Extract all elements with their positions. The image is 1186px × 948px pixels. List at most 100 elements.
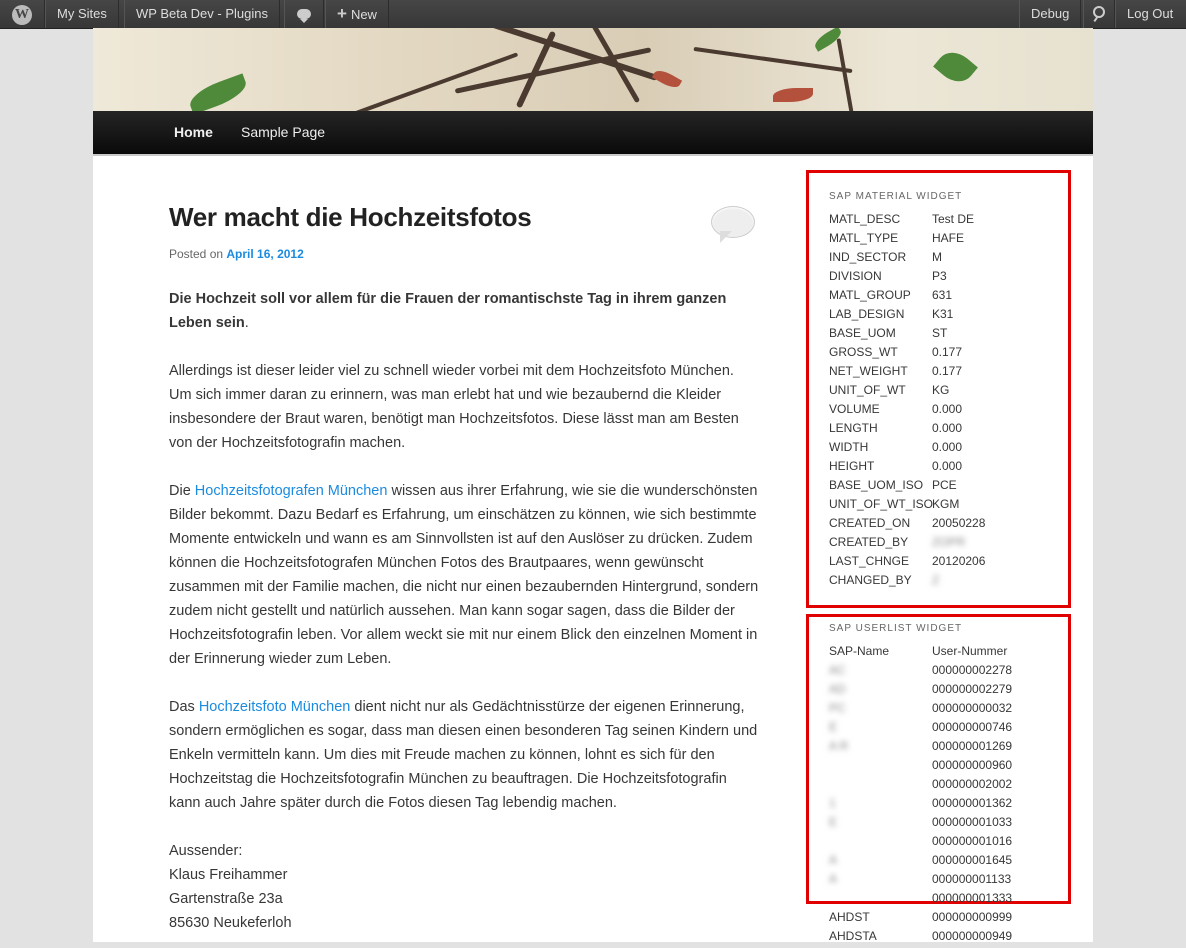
site-name-menu[interactable]: WP Beta Dev - Plugins bbox=[124, 0, 280, 28]
paragraph-3: Das Hochzeitsfoto München dient nicht nu… bbox=[169, 695, 759, 815]
posted-on-label: Posted on bbox=[169, 247, 224, 261]
row-key: A R bbox=[829, 739, 849, 753]
row-key: AHDST bbox=[829, 910, 870, 924]
widget-row: BASE_UOM_ISO PCE bbox=[829, 478, 957, 497]
row-value: 000000000999 bbox=[932, 910, 1013, 924]
widget-row: E 000000000746 bbox=[829, 720, 1012, 739]
row-value: 0.000 bbox=[932, 440, 963, 454]
row-value: 0.177 bbox=[932, 364, 963, 378]
row-value: KGM bbox=[932, 497, 960, 511]
main-navigation: Home Sample Page bbox=[93, 111, 1093, 156]
row-value: 000000001133 bbox=[932, 872, 1012, 886]
header-image[interactable] bbox=[93, 28, 1093, 111]
row-value: Test DE bbox=[932, 212, 975, 226]
paragraph-1: Allerdings ist dieser leider viel zu sch… bbox=[169, 363, 739, 451]
row-key: A bbox=[829, 853, 838, 867]
row-value: 000000001269 bbox=[932, 739, 1013, 753]
row-value: M bbox=[932, 250, 942, 264]
post-content: Die Hochzeit soll vor allem für die Frau… bbox=[169, 287, 759, 935]
row-key: CREATED_BY bbox=[829, 535, 909, 549]
row-key: E bbox=[829, 720, 838, 734]
row-key: UNIT_OF_WT bbox=[829, 383, 906, 397]
row-value: 000000000949 bbox=[932, 929, 1013, 943]
widget-row: AC 000000002278 bbox=[829, 663, 1012, 682]
comment-bubble-icon[interactable] bbox=[711, 206, 755, 243]
widget-row: 000000002002 bbox=[829, 777, 1012, 796]
row-value: 000000000746 bbox=[932, 720, 1013, 734]
widget-row: CREATED_ON 20050228 bbox=[829, 516, 985, 535]
row-key: LENGTH bbox=[829, 421, 878, 435]
logout-link[interactable]: Log Out bbox=[1115, 0, 1184, 28]
row-key: DIVISION bbox=[829, 269, 882, 283]
widget-row: LAB_DESIGN K31 bbox=[829, 307, 953, 326]
row-key: GROSS_WT bbox=[829, 345, 898, 359]
user-number-header: User-Nummer bbox=[932, 644, 1008, 658]
post-meta: Posted on April 16, 2012 bbox=[169, 247, 304, 261]
row-key: NET_WEIGHT bbox=[829, 364, 908, 378]
widget-row: UNIT_OF_WT KG bbox=[829, 383, 949, 402]
row-value: 000000000960 bbox=[932, 758, 1013, 772]
p3-post: dient nicht nur als Gedächtnisstürze der… bbox=[169, 699, 758, 811]
row-value: ST bbox=[932, 326, 948, 340]
material-widget-title: SAP MATERIAL WIDGET bbox=[829, 191, 963, 202]
new-label: New bbox=[350, 7, 377, 22]
sap-name-header: SAP-Name bbox=[829, 644, 890, 658]
row-key: PC bbox=[829, 701, 846, 715]
widget-row: PC 000000000032 bbox=[829, 701, 1012, 720]
address-line: Aussender: bbox=[169, 843, 243, 859]
row-value: 000000001362 bbox=[932, 796, 1013, 810]
widget-row: 000000001333 bbox=[829, 891, 1012, 910]
hochzeitsfotografen-link[interactable]: Hochzeitsfotografen München bbox=[195, 483, 388, 499]
widget-row: WIDTH 0.000 bbox=[829, 440, 962, 459]
address-line: Klaus Freihammer bbox=[169, 867, 288, 883]
wordpress-logo-icon[interactable]: W bbox=[0, 0, 45, 28]
admin-bar: W My Sites WP Beta Dev - Plugins + New De… bbox=[0, 0, 1186, 29]
row-key: AC bbox=[829, 663, 846, 677]
row-key: LAST_CHNGE bbox=[829, 554, 910, 568]
row-value: 0.000 bbox=[932, 421, 963, 435]
row-value: Z bbox=[932, 573, 940, 587]
widget-row: HEIGHT 0.000 bbox=[829, 459, 962, 478]
row-value: 0.177 bbox=[932, 345, 963, 359]
row-key: HEIGHT bbox=[829, 459, 875, 473]
comments-icon[interactable] bbox=[284, 0, 324, 28]
post-title[interactable]: Wer macht die Hochzeitsfotos bbox=[169, 202, 532, 233]
post-date-link[interactable]: April 16, 2012 bbox=[226, 247, 303, 261]
nav-sample-page[interactable]: Sample Page bbox=[241, 111, 325, 154]
widget-row: A 000000001133 bbox=[829, 872, 1011, 891]
row-value: 000000001645 bbox=[932, 853, 1013, 867]
widget-row: DIVISION P3 bbox=[829, 269, 947, 288]
widget-row: MATL_GROUP 631 bbox=[829, 288, 952, 307]
userlist-widget-title: SAP USERLIST WIDGET bbox=[829, 623, 963, 634]
row-key: BASE_UOM bbox=[829, 326, 896, 340]
paragraph-2: Die Hochzeitsfotografen München wissen a… bbox=[169, 479, 759, 671]
row-key: CREATED_ON bbox=[829, 516, 911, 530]
row-value: 631 bbox=[932, 288, 953, 302]
widget-row: LENGTH 0.000 bbox=[829, 421, 962, 440]
row-key: MATL_GROUP bbox=[829, 288, 911, 302]
widget-row: VOLUME 0.000 bbox=[829, 402, 962, 421]
row-value: ZOPR bbox=[932, 535, 966, 549]
row-key: AHDSTA bbox=[829, 929, 877, 943]
new-content-menu[interactable]: + New bbox=[325, 0, 389, 28]
my-sites-menu[interactable]: My Sites bbox=[45, 0, 119, 28]
hochzeitsfoto-link[interactable]: Hochzeitsfoto München bbox=[199, 699, 351, 715]
widget-row: BASE_UOM ST bbox=[829, 326, 947, 345]
row-value: 000000002002 bbox=[932, 777, 1013, 791]
row-value: PCE bbox=[932, 478, 957, 492]
row-value: P3 bbox=[932, 269, 947, 283]
search-icon[interactable] bbox=[1083, 0, 1115, 28]
row-value: HAFE bbox=[932, 231, 965, 245]
row-key: MATL_DESC bbox=[829, 212, 901, 226]
row-value: 000000002279 bbox=[932, 682, 1013, 696]
row-value: 0.000 bbox=[932, 459, 963, 473]
widget-row: NET_WEIGHT 0.177 bbox=[829, 364, 962, 383]
nav-home[interactable]: Home bbox=[174, 111, 213, 154]
widget-row: MATL_DESC Test DE bbox=[829, 212, 974, 231]
address-line: 85630 Neukeferloh bbox=[169, 915, 292, 931]
debug-menu[interactable]: Debug bbox=[1019, 0, 1082, 28]
row-key: MATL_TYPE bbox=[829, 231, 899, 245]
row-key: WIDTH bbox=[829, 440, 869, 454]
widget-row: LAST_CHNGE 20120206 bbox=[829, 554, 985, 573]
p2-pre: Die bbox=[169, 483, 191, 499]
